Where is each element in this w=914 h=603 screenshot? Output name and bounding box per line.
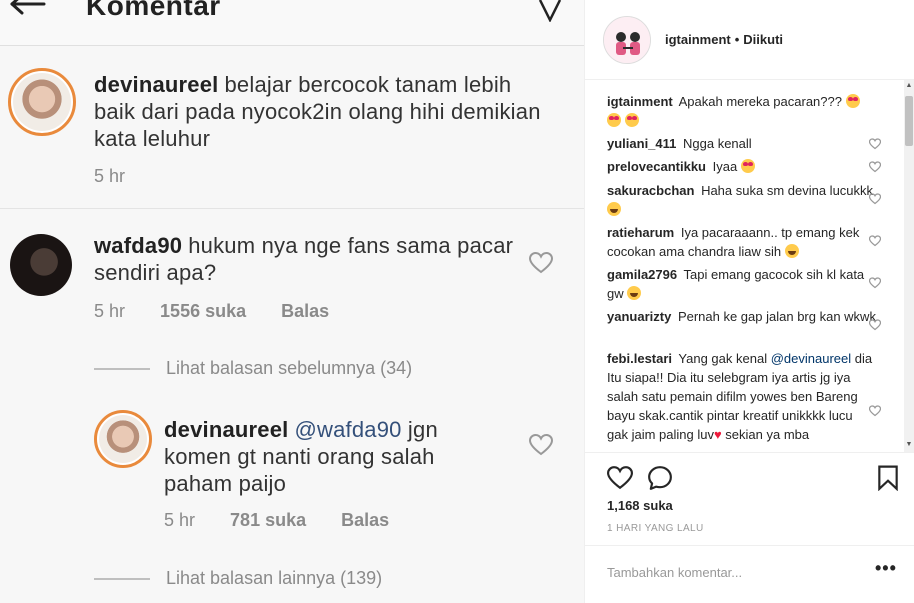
photo-reply: devinaureel @wafda90 jgn komen gt nanti o… (0, 410, 584, 540)
comment-mention[interactable]: @devinaureel (771, 351, 851, 366)
heart-eyes-emoji-icon (607, 113, 621, 127)
list-item: yanuarizty Pernah ke gap jalan brg kan w… (607, 307, 881, 331)
comment-username[interactable]: sakuracbchan (607, 183, 694, 198)
avatar (10, 234, 72, 296)
reply-username: devinaureel (164, 417, 289, 442)
reply-link: Balas (341, 510, 390, 530)
divider (0, 208, 584, 209)
like-comment-icon[interactable] (869, 405, 881, 417)
laughing-emoji-icon (607, 202, 621, 216)
reply-time: 5 hr (164, 510, 196, 530)
reply-link: Balas (281, 301, 330, 321)
list-item: gamila2796 Tapi emang gacocok sih kl kat… (607, 265, 881, 303)
comments-list[interactable]: igtainment Apakah mereka pacaran??? yuli… (585, 80, 905, 452)
add-comment-bar: Tambahkan komentar... ••• (585, 545, 914, 601)
likes-count[interactable]: 1,168 suka (607, 498, 673, 513)
comment-text: Yang gak kenal (678, 351, 768, 366)
like-comment-icon[interactable] (869, 161, 881, 173)
comment-username: devinaureel (94, 72, 219, 97)
back-arrow-icon (10, 0, 46, 15)
list-item: febi.lestari Yang gak kenal @devinaureel… (607, 349, 881, 444)
comment-time: 5 hr (94, 301, 126, 321)
heart-icon (529, 252, 553, 274)
follow-button[interactable]: Diikuti (743, 32, 783, 47)
reply-mention: @wafda90 (294, 417, 402, 442)
comment-username[interactable]: igtainment (607, 94, 673, 109)
like-comment-icon[interactable] (869, 193, 881, 205)
avatar (94, 410, 152, 468)
comment-input[interactable]: Tambahkan komentar... (607, 565, 742, 580)
like-comment-icon[interactable] (869, 319, 881, 331)
photo-header-title: Komentar (86, 0, 221, 21)
brand-logo-icon (604, 17, 650, 63)
red-heart-icon: ♥ (713, 427, 722, 442)
heart-eyes-emoji-icon (624, 113, 639, 127)
grinning-sweat-emoji-icon (627, 286, 642, 300)
post-timestamp: 1 HARI YANG LALU (607, 523, 704, 534)
view-more-replies: Lihat balasan lainnya (139) (94, 568, 382, 589)
comment-text: Apakah mereka pacaran??? (678, 94, 842, 109)
heart-icon (529, 434, 553, 456)
more-options-icon[interactable]: ••• (875, 558, 897, 579)
scrollbar-thumb[interactable] (905, 96, 913, 146)
view-previous-replies: Lihat balasan sebelumnya (34) (94, 358, 412, 379)
photo-header: Komentar (0, 0, 584, 46)
avatar (8, 68, 76, 136)
comment-text: Pernah ke gap jalan brg kan wkwk (677, 309, 876, 324)
bookmark-icon[interactable] (875, 465, 901, 491)
post-panel: igtainment • Diikuti igtainment Apakah mer… (584, 0, 914, 603)
comment-username: wafda90 (94, 233, 183, 258)
profile-avatar[interactable] (603, 16, 651, 64)
list-item: yuliani_411 Ngga kenall (607, 134, 881, 153)
list-item: sakuracbchan Haha suka sm devina lucukkk (607, 181, 881, 219)
separator-dot: • (734, 32, 740, 47)
reply-likes: 781 suka (230, 510, 307, 530)
list-item: igtainment Apakah mereka pacaran??? (607, 92, 877, 130)
post-header: igtainment • Diikuti (585, 0, 914, 80)
heart-eyes-emoji-icon (845, 94, 860, 108)
direct-send-icon (538, 0, 562, 22)
comment-time: 5 hr (94, 166, 126, 186)
comment-username[interactable]: yanuarizty (607, 309, 671, 324)
photo-comment: wafda90 hukum nya nge fans sama pacar sen… (0, 226, 584, 336)
like-comment-icon[interactable] (869, 138, 881, 150)
scroll-up-arrow-icon[interactable]: ▲ (905, 82, 913, 90)
comment-username[interactable]: ratieharum (607, 225, 674, 240)
post-actions: 1,168 suka 1 HARI YANG LALU Tambahkan ko… (585, 452, 914, 603)
list-item: ratieharum Iya pacaraaann.. tp emang kek… (607, 223, 881, 261)
comment-likes: 1556 suka (160, 301, 247, 321)
comment-username[interactable]: yuliani_411 (607, 136, 676, 151)
comment-bubble-icon[interactable] (647, 465, 673, 491)
comment-username[interactable]: prelovecantikku (607, 159, 706, 174)
list-item: prelovecantikku Iyaa (607, 157, 881, 176)
comment-text: sekian ya mba (725, 427, 810, 442)
comment-text: Ngga kenall (683, 136, 752, 151)
scroll-down-arrow-icon[interactable]: ▼ (905, 441, 913, 449)
heart-eyes-emoji-icon (740, 159, 755, 173)
comment-text: Iyaa (712, 159, 738, 174)
photo-comment: devinaureel belajar bercocok tanam lebih … (0, 62, 584, 202)
like-comment-icon[interactable] (869, 235, 881, 247)
post-photo: Komentar devinaureel belajar bercocok tan… (0, 0, 584, 603)
like-comment-icon[interactable] (869, 277, 881, 289)
like-heart-icon[interactable] (607, 465, 633, 491)
laughing-emoji-icon (784, 244, 799, 258)
post-username[interactable]: igtainment (665, 32, 731, 47)
comment-text: Haha suka sm devina lucukkk (701, 183, 874, 198)
comment-username[interactable]: gamila2796 (607, 267, 677, 282)
comment-username[interactable]: febi.lestari (607, 351, 672, 366)
